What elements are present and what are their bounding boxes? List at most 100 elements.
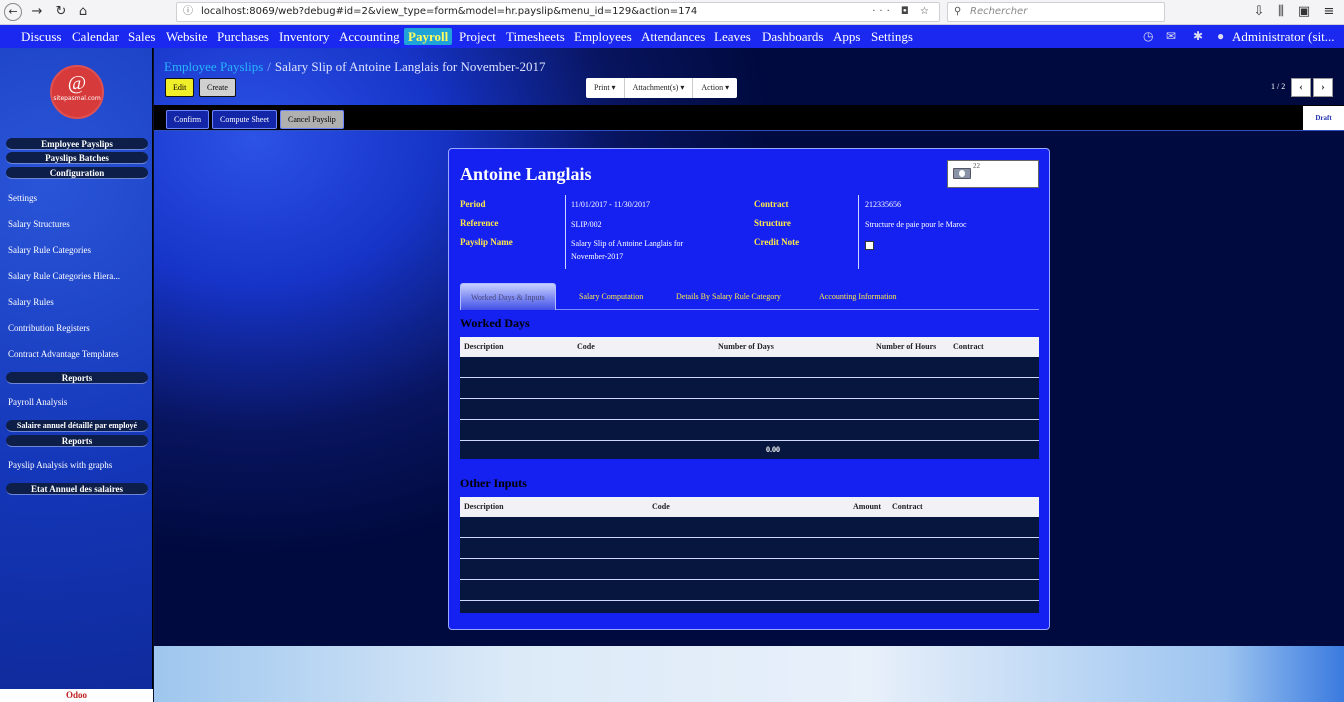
menu-website[interactable]: Website [163, 28, 211, 45]
menu-payroll[interactable]: Payroll [404, 28, 453, 45]
col-amount[interactable]: Amount [853, 497, 881, 517]
sidebar-header-configuration[interactable]: Configuration [6, 167, 148, 179]
back-arrow-icon[interactable]: ← [4, 3, 22, 21]
table-row[interactable] [460, 357, 1039, 378]
compute-sheet-button[interactable]: Compute Sheet [212, 110, 278, 129]
table-row[interactable] [460, 538, 1039, 559]
pager-counter[interactable]: 1 / 2 [1271, 82, 1285, 91]
menu-apps[interactable]: Apps [830, 28, 863, 45]
table-footer [460, 601, 1039, 613]
address-bar[interactable]: ⓘ localhost:8069/web?debug#id=2&view_typ… [176, 2, 940, 22]
table-row[interactable] [460, 580, 1039, 601]
menu-attendances[interactable]: Attendances [638, 28, 708, 45]
download-icon[interactable]: ⇩ [1250, 3, 1268, 21]
sidebar-header-reports-2[interactable]: Reports [6, 435, 148, 447]
user-menu[interactable]: Administrator (sit... [1229, 28, 1338, 45]
sidebar-header-etat-annuel[interactable]: Etat Annuel des salaires [6, 483, 148, 495]
cancel-payslip-button[interactable]: Cancel Payslip [280, 110, 344, 129]
sidebar-item-salary-rules[interactable]: Salary Rules [8, 297, 54, 307]
col-code[interactable]: Code [577, 337, 595, 357]
sidebar-item-payroll-analysis[interactable]: Payroll Analysis [8, 397, 67, 407]
employee-name[interactable]: Antoine Langlais [460, 164, 592, 185]
breadcrumb-parent[interactable]: Employee Payslips [164, 59, 263, 74]
table-row[interactable] [460, 378, 1039, 399]
sidebar-header-reports[interactable]: Reports [6, 372, 148, 384]
menu-purchases[interactable]: Purchases [214, 28, 272, 45]
menu-dashboards[interactable]: Dashboards [759, 28, 826, 45]
menu-icon[interactable]: ≡ [1320, 3, 1338, 21]
table-row[interactable] [460, 517, 1039, 538]
menu-inventory[interactable]: Inventory [276, 28, 333, 45]
menu-calendar[interactable]: Calendar [69, 28, 122, 45]
sidebar-header-payslips-batches[interactable]: Payslips Batches [6, 152, 148, 164]
pager-previous-button[interactable]: ‹ [1291, 78, 1311, 97]
sidebar-item-salary-rule-categories-hierarchy[interactable]: Salary Rule Categories Hiera... [8, 271, 120, 281]
contract-value[interactable]: 212335656 [865, 198, 901, 211]
tab-accounting-information[interactable]: Accounting Information [809, 283, 907, 310]
structure-value[interactable]: Structure de paie pour le Maroc [865, 218, 967, 231]
print-dropdown[interactable]: Print ▾ [586, 78, 625, 98]
table-row[interactable] [460, 420, 1039, 441]
field-divider-left [565, 195, 566, 269]
browser-search-input[interactable]: ⚲ Rechercher [947, 2, 1165, 22]
form-notebook: Worked Days & Inputs Salary Computation … [460, 283, 1039, 310]
action-dropdown[interactable]: Action ▾ [693, 78, 737, 98]
col-number-of-days[interactable]: Number of Days [718, 337, 774, 357]
form-sheet: Antoine Langlais 22 Period 11/01/2017 - … [448, 148, 1050, 630]
sidebar-header-employee-payslips[interactable]: Employee Payslips [6, 138, 148, 150]
tab-salary-computation[interactable]: Salary Computation [569, 283, 653, 310]
menu-sales[interactable]: Sales [125, 28, 158, 45]
col-number-of-hours[interactable]: Number of Hours [876, 337, 936, 357]
debug-bug-icon[interactable]: ✱ [1193, 29, 1203, 44]
confirm-button[interactable]: Confirm [166, 110, 210, 129]
home-icon[interactable]: ⌂ [74, 3, 92, 21]
table-row[interactable] [460, 399, 1039, 420]
reference-value[interactable]: SLIP/002 [571, 218, 602, 231]
menu-timesheets[interactable]: Timesheets [503, 28, 568, 45]
menu-settings[interactable]: Settings [868, 28, 916, 45]
col-description[interactable]: Description [464, 337, 504, 357]
menu-employees[interactable]: Employees [571, 28, 635, 45]
sidebar-item-contract-advantage-templates[interactable]: Contract Advantage Templates [8, 349, 119, 359]
credit-note-checkbox[interactable] [865, 241, 874, 250]
sidebar-toggle-icon[interactable]: ▣ [1295, 3, 1313, 21]
powered-by-odoo[interactable]: Odoo [0, 689, 153, 702]
sidebar-item-salary-structures[interactable]: Salary Structures [8, 219, 70, 229]
col-code[interactable]: Code [652, 497, 670, 517]
menu-project[interactable]: Project [456, 28, 499, 45]
user-avatar-icon[interactable]: ● [1217, 29, 1224, 44]
reload-icon[interactable]: ↻ [52, 3, 70, 21]
menu-accounting[interactable]: Accounting [336, 28, 403, 45]
sidebar-item-contribution-registers[interactable]: Contribution Registers [8, 323, 90, 333]
forward-arrow-icon[interactable]: → [28, 3, 46, 21]
col-description[interactable]: Description [464, 497, 504, 517]
page-actions-icon[interactable]: ··· ◘ ☆ [872, 3, 933, 21]
background-decoration [154, 646, 1344, 702]
library-icon[interactable]: ⫼ [1272, 3, 1290, 21]
sidebar-item-payslip-analysis-graphs[interactable]: Payslip Analysis with graphs [8, 460, 112, 470]
attachments-dropdown[interactable]: Attachment(s) ▾ [625, 78, 694, 98]
edit-button[interactable]: Edit [165, 78, 195, 97]
col-contract[interactable]: Contract [892, 497, 923, 517]
chat-icon[interactable]: ✉ [1166, 29, 1176, 44]
payslip-name-line2[interactable]: November-2017 [571, 250, 623, 263]
period-value[interactable]: 11/01/2017 - 11/30/2017 [571, 198, 650, 211]
divider [154, 130, 1344, 131]
sidebar-item-settings[interactable]: Settings [8, 193, 37, 203]
info-icon[interactable]: ⓘ [183, 3, 193, 21]
sidebar-item-salary-rule-categories[interactable]: Salary Rule Categories [8, 245, 91, 255]
create-button[interactable]: Create [199, 78, 236, 97]
table-row[interactable] [460, 559, 1039, 580]
tab-worked-days-inputs[interactable]: Worked Days & Inputs [460, 283, 556, 310]
status-draft[interactable]: Draft [1303, 106, 1344, 130]
browser-toolbar: ← → ↻ ⌂ ⓘ localhost:8069/web?debug#id=2&… [0, 0, 1344, 25]
sidebar-header-salaire-annuel[interactable]: Salaire annuel détaillé par employé [6, 420, 148, 432]
activity-clock-icon[interactable]: ◷ [1143, 29, 1153, 44]
menu-leaves[interactable]: Leaves [711, 28, 754, 45]
payslip-name-line1[interactable]: Salary Slip of Antoine Langlais for [571, 237, 683, 250]
tab-details-by-salary-rule-category[interactable]: Details By Salary Rule Category [666, 283, 791, 310]
col-contract[interactable]: Contract [953, 337, 984, 357]
pager-next-button[interactable]: › [1313, 78, 1333, 97]
menu-discuss[interactable]: Discuss [18, 28, 64, 45]
worked-days-stat-button[interactable]: 22 [947, 160, 1039, 188]
